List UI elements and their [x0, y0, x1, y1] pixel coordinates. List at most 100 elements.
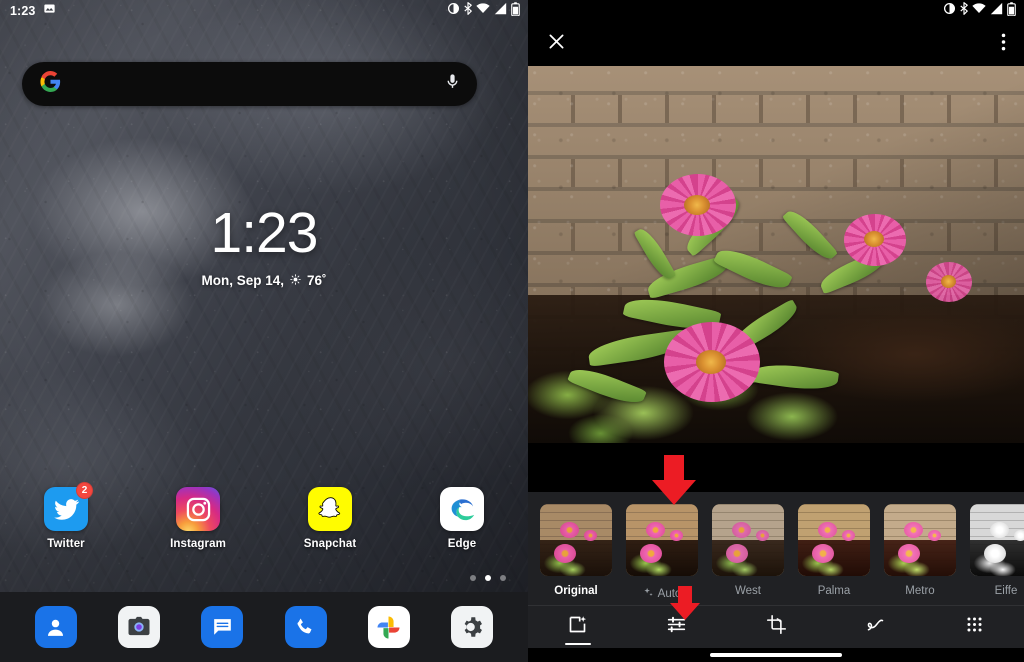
wifi-icon	[972, 2, 986, 20]
home-app-row: 2 Twitter Instagram Snapchat Edge	[0, 482, 528, 550]
filter-thumbnail	[798, 504, 870, 576]
status-bar-right	[447, 1, 520, 21]
clock-temperature: 76˚	[307, 273, 327, 288]
editor-status-bar	[528, 0, 1024, 22]
system-navigation-bar	[528, 648, 1024, 662]
app-icon-wrap: 2	[44, 482, 93, 531]
dnd-icon	[447, 2, 460, 20]
app-edge[interactable]: Edge	[396, 487, 528, 550]
app-icon-wrap	[308, 487, 352, 531]
app-label: Edge	[447, 538, 477, 550]
markup-pen-icon	[865, 614, 886, 640]
image-icon	[43, 2, 56, 20]
filter-thumbnail	[970, 504, 1024, 576]
bluetooth-icon	[960, 2, 968, 20]
clock-time: 1:23	[210, 201, 319, 265]
tool-suggestions[interactable]	[528, 606, 627, 648]
microphone-icon[interactable]	[444, 73, 461, 95]
edge-icon	[440, 487, 484, 531]
clock-subtitle: Mon, Sep 14, 76˚	[0, 273, 528, 288]
page-dot[interactable]	[470, 575, 476, 581]
filter-label-row: Palma	[818, 585, 851, 597]
clock-widget[interactable]: 1:23 Mon, Sep 14, 76˚	[0, 201, 528, 289]
snapchat-icon	[308, 487, 352, 531]
page-dot-active[interactable]	[485, 575, 491, 581]
battery-icon	[511, 1, 520, 21]
google-search-bar[interactable]	[22, 62, 477, 106]
flower-center	[864, 231, 884, 247]
app-icon-wrap	[176, 487, 220, 531]
filter-label: Palma	[817, 585, 851, 597]
grid-dots-icon	[965, 615, 984, 639]
signal-icon	[990, 2, 1003, 20]
filter-label-row: Metro	[905, 585, 934, 597]
tool-selected-indicator	[564, 642, 591, 645]
photo-preview[interactable]	[528, 66, 1024, 443]
filter-label-row: West	[735, 585, 761, 597]
filter-strip[interactable]: Original Auto West Palma Metro Eiffe	[528, 492, 1024, 605]
photo-sparkle-icon	[567, 614, 588, 640]
app-label: Snapchat	[303, 538, 357, 550]
arrow-to-auto-filter	[652, 455, 696, 505]
android-home-screen: 1:23 1:23 Mon, Sep 14, 76˚ 2 Twitter Ins…	[0, 0, 528, 662]
close-x-icon[interactable]	[546, 31, 567, 57]
flower-center	[941, 275, 956, 288]
filter-thumbnail	[626, 504, 698, 576]
status-bar-clock: 1:23	[10, 4, 36, 18]
crop-rotate-icon	[766, 614, 787, 640]
filter-item-original[interactable]: Original	[540, 504, 612, 597]
twitter-badge: 2	[76, 482, 93, 499]
google-photos-editor: Original Auto West Palma Metro Eiffe	[528, 0, 1024, 662]
editor-toolbar	[528, 605, 1024, 648]
google-photos-icon[interactable]	[367, 606, 410, 648]
dnd-icon	[943, 2, 956, 20]
app-label: Twitter	[47, 538, 85, 550]
filter-label-row: Original	[554, 585, 597, 597]
home-gesture-pill[interactable]	[710, 653, 842, 657]
filter-label: Eiffe	[994, 585, 1018, 597]
battery-icon	[1007, 1, 1016, 21]
filter-label: Metro	[905, 585, 935, 597]
filter-item-palma[interactable]: Palma	[798, 504, 870, 597]
messages-icon[interactable]	[201, 606, 244, 648]
filter-label: West	[735, 585, 761, 597]
settings-gear-icon[interactable]	[451, 606, 494, 648]
google-g-icon	[40, 71, 61, 97]
screenshot-root: 1:23 1:23 Mon, Sep 14, 76˚ 2 Twitter Ins…	[0, 0, 1024, 662]
filter-item-west[interactable]: West	[712, 504, 784, 597]
filter-thumbnail	[884, 504, 956, 576]
camera-icon[interactable]	[117, 606, 160, 648]
filter-thumbnail	[712, 504, 784, 576]
app-twitter[interactable]: 2 Twitter	[0, 482, 132, 550]
sun-icon	[290, 273, 301, 288]
tool-more[interactable]	[925, 606, 1024, 648]
phone-icon[interactable]	[284, 606, 327, 648]
home-dock	[0, 592, 528, 662]
app-label: Instagram	[170, 538, 226, 550]
overflow-menu-icon[interactable]	[1001, 32, 1006, 57]
filter-label: Original	[554, 585, 598, 597]
filter-item-metro[interactable]: Metro	[884, 504, 956, 597]
page-dot[interactable]	[500, 575, 506, 581]
filter-label-row: Eiffe	[995, 585, 1018, 597]
status-bar-left: 1:23	[10, 2, 56, 20]
sparkle-icon	[643, 585, 654, 603]
flower-center	[696, 350, 726, 374]
home-status-bar: 1:23	[0, 0, 528, 22]
app-snapchat[interactable]: Snapchat	[264, 487, 396, 550]
flower-center	[684, 195, 710, 215]
page-indicator-dots	[470, 575, 506, 581]
tool-markup[interactable]	[826, 606, 925, 648]
filter-thumbnail	[540, 504, 612, 576]
app-instagram[interactable]: Instagram	[132, 487, 264, 550]
instagram-icon	[176, 487, 220, 531]
arrow-to-adjust-tool	[670, 586, 700, 620]
contacts-icon[interactable]	[34, 606, 77, 648]
editor-top-bar	[528, 22, 1024, 66]
status-bar-right	[943, 1, 1016, 21]
signal-icon	[494, 2, 507, 20]
search-input[interactable]	[61, 62, 444, 106]
wifi-icon	[476, 2, 490, 20]
tool-crop[interactable]	[726, 606, 825, 648]
filter-item-eiffel[interactable]: Eiffe	[970, 504, 1024, 597]
